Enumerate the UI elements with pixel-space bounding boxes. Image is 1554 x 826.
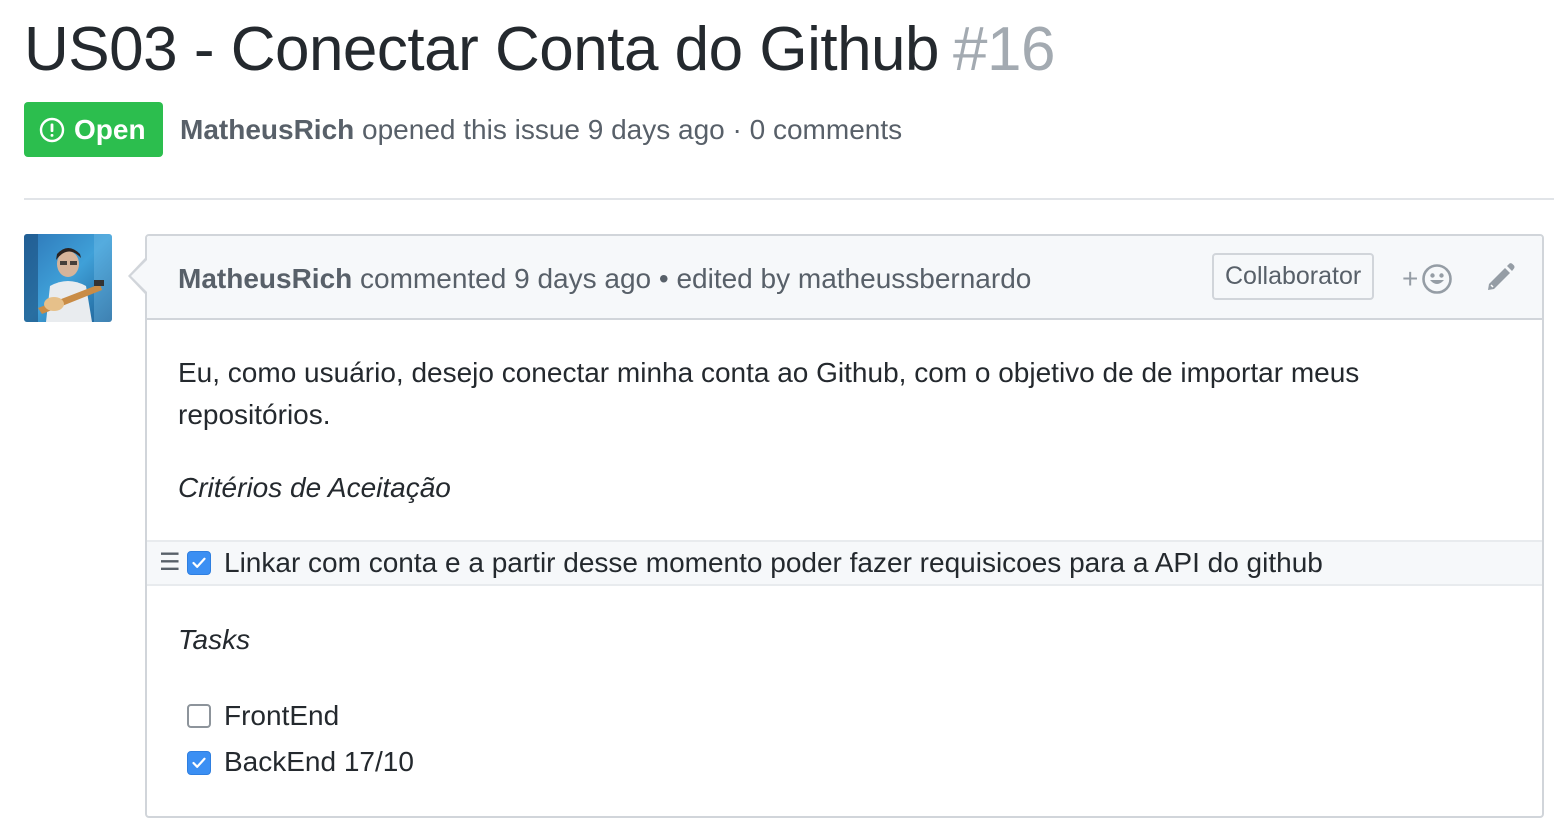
comment-header-text: MatheusRich commented 9 days ago • edite… <box>178 262 1031 296</box>
comment-body-text: Eu, como usuário, desejo conectar minha … <box>178 357 1360 430</box>
issue-state-badge: Open <box>24 102 163 157</box>
task-checkbox-backend[interactable] <box>187 751 211 775</box>
edit-comment-button[interactable] <box>1483 260 1517 294</box>
collaborator-badge: Collaborator <box>1212 253 1375 300</box>
header-divider <box>24 198 1554 200</box>
issue-opened-icon <box>39 117 65 142</box>
issue-author-link[interactable]: MatheusRich <box>180 114 354 145</box>
tasks-heading: Tasks <box>178 624 251 655</box>
check-icon <box>192 757 206 768</box>
drag-handle-icon[interactable]: ☰ <box>159 551 181 575</box>
comment-edited-link[interactable]: • edited by matheussbernardo <box>659 263 1031 294</box>
issue-meta: MatheusRich opened this issue 9 days ago… <box>180 113 902 147</box>
criteria-heading: Critérios de Aceitação <box>178 472 451 503</box>
task-label-criteria: Linkar com conta e a partir desse moment… <box>224 547 1323 578</box>
comment-box: MatheusRich commented 9 days ago • edite… <box>145 234 1544 818</box>
comment-author-link[interactable]: MatheusRich <box>178 263 352 294</box>
task-list-item[interactable]: ☰ Linkar com conta e a partir desse mome… <box>147 540 1542 586</box>
comment-caret-fill <box>131 260 147 292</box>
task-checkbox-frontend[interactable] <box>187 704 211 728</box>
task-checkbox-criteria[interactable] <box>187 551 211 575</box>
avatar-image <box>24 234 112 322</box>
task-label-backend: BackEnd 17/10 <box>224 746 414 777</box>
reaction-plus: + <box>1402 263 1419 294</box>
issue-meta-text: opened this issue 9 days ago · 0 comment… <box>362 114 903 145</box>
task-label-frontend: FrontEnd <box>224 700 340 731</box>
issue-title: US03 - Conectar Conta do Github #16 <box>24 14 1055 86</box>
user-avatar[interactable] <box>24 234 112 322</box>
add-reaction-button[interactable]: + <box>1402 258 1462 300</box>
issue-state-label: Open <box>74 113 146 145</box>
comment-header: MatheusRich commented 9 days ago • edite… <box>147 236 1542 320</box>
pencil-icon <box>1488 263 1515 290</box>
issue-title-text: US03 - Conectar Conta do Github <box>24 15 940 84</box>
issue-number: #16 <box>953 15 1055 84</box>
comment-action: commented 9 days ago <box>360 263 652 294</box>
check-icon <box>192 557 206 568</box>
smiley-icon <box>1422 264 1453 294</box>
